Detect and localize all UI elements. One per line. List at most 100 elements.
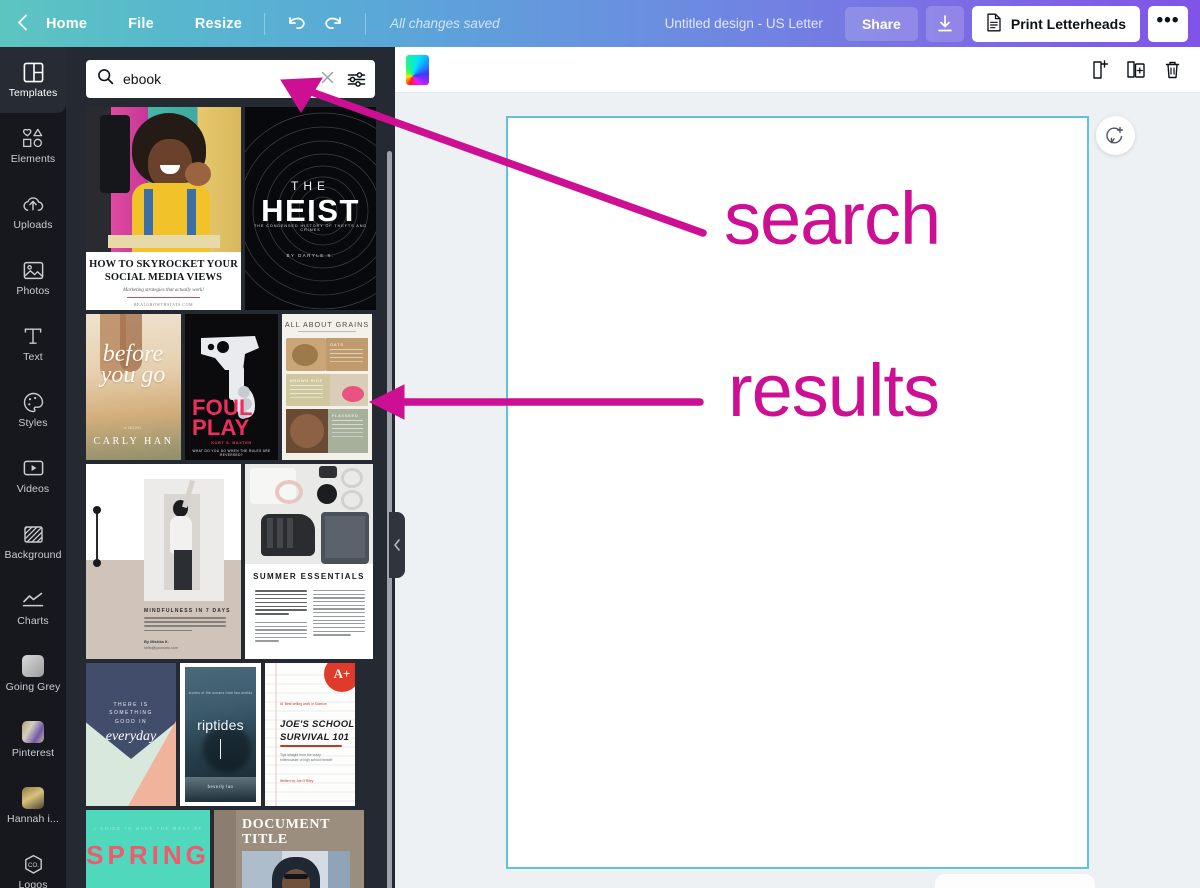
search-bar[interactable] xyxy=(86,60,375,98)
left-sidebar: Templates Elements Uploads Photos Text S… xyxy=(0,47,66,888)
template-section-label: OATS xyxy=(330,342,344,347)
template-section-label: FLAXSEED xyxy=(332,413,359,418)
sidebar-item-logos[interactable]: CO. Logos xyxy=(0,839,66,888)
template-line-2: SOMETHING xyxy=(109,710,153,717)
canvas-toolbar xyxy=(395,47,1200,93)
trash-icon[interactable] xyxy=(1157,55,1187,85)
template-title-line-1: DOCUMENT xyxy=(242,817,331,832)
search-area xyxy=(66,47,395,98)
annotation-label-search: search xyxy=(724,177,941,260)
template-title: FOUL PLAY xyxy=(192,395,253,440)
template-footer: hello@youmoho.com xyxy=(144,646,178,650)
add-comment-icon xyxy=(1106,126,1124,144)
charts-icon xyxy=(22,589,44,611)
template-title: riptides xyxy=(197,717,244,733)
videos-icon xyxy=(22,457,44,479)
template-card[interactable]: before you go A NOVEL CARLY HAN xyxy=(86,314,181,460)
sidebar-label: Hannah i... xyxy=(7,813,59,825)
template-row: A GUIDE TO MAKE THE MOST OF SPRING DOCUM… xyxy=(86,810,375,888)
duplicate-page-icon[interactable] xyxy=(1121,55,1151,85)
undo-icon[interactable] xyxy=(284,11,310,37)
collapse-panel-button[interactable] xyxy=(389,512,405,578)
background-icon xyxy=(22,523,44,545)
canva-editor-window: Home File Resize All changes saved Untit… xyxy=(0,0,1200,888)
filter-sliders-icon[interactable] xyxy=(347,71,366,88)
next-page-peek xyxy=(935,874,1095,888)
template-kicker: A GUIDE TO MAKE THE MOST OF xyxy=(93,826,203,831)
template-row: THERE IS SOMETHING GOOD IN everyday stor… xyxy=(86,663,375,806)
more-options-button[interactable]: ••• xyxy=(1148,5,1188,42)
sidebar-label: Charts xyxy=(17,615,49,627)
template-card[interactable]: stories of the oceans from two worlds ri… xyxy=(180,663,261,806)
close-icon[interactable] xyxy=(317,71,338,88)
color-swatch-icon[interactable] xyxy=(406,54,429,85)
template-author: BY DARYLE S. xyxy=(286,253,335,258)
search-input[interactable] xyxy=(123,71,308,87)
template-section-label: BROWN RICE xyxy=(290,378,323,383)
sidebar-item-hannah[interactable]: Hannah i... xyxy=(0,773,66,839)
design-title[interactable]: Untitled design - US Letter xyxy=(665,16,823,31)
template-title-line-2: SURVIVAL 101 xyxy=(280,732,350,743)
template-card[interactable]: SUMMER ESSENTIALS xyxy=(245,464,373,659)
template-author: CARLY HAN xyxy=(93,436,174,447)
add-page-icon[interactable] xyxy=(1085,55,1115,85)
sidebar-item-pinterest[interactable]: Pinterest xyxy=(0,707,66,773)
elements-icon xyxy=(22,127,44,149)
template-line-3: GOOD IN xyxy=(114,718,148,725)
sidebar-item-uploads[interactable]: Uploads xyxy=(0,179,66,245)
template-card[interactable]: HOW TO SKYROCKET YOUR SOCIAL MEDIA VIEWS… xyxy=(86,107,241,310)
sidebar-item-videos[interactable]: Videos xyxy=(0,443,66,509)
sidebar-item-charts[interactable]: Charts xyxy=(0,575,66,641)
back-chevron-icon[interactable] xyxy=(17,14,28,34)
search-icon xyxy=(97,68,114,90)
template-line-1: THERE IS xyxy=(113,702,149,708)
sidebar-label: Uploads xyxy=(13,219,53,231)
toolbar-divider-1 xyxy=(264,12,266,35)
template-card[interactable]: A+ #1 Best selling work in Science JOE'S… xyxy=(265,663,355,806)
template-card[interactable]: THE HEIST THE CONDENSED HISTORY OF THEFT… xyxy=(245,107,376,310)
template-author: By Mishka K. xyxy=(144,639,169,644)
redo-icon[interactable] xyxy=(320,11,346,37)
sidebar-item-templates[interactable]: Templates xyxy=(0,47,66,113)
photos-icon xyxy=(22,259,44,281)
menu-resize[interactable]: Resize xyxy=(187,10,250,38)
template-title-line-2: TITLE xyxy=(242,832,288,847)
template-footer: REALGROWTHSTATS.COM xyxy=(133,302,194,307)
menu-file[interactable]: File xyxy=(120,10,162,38)
add-comment-button[interactable] xyxy=(1096,116,1135,155)
styles-icon xyxy=(22,391,44,413)
template-card[interactable]: ALL ABOUT GRAINS OATS BROWN RICE FLAXSEE… xyxy=(282,314,372,460)
template-subtitle: Tips straight from the crazy rollercoast… xyxy=(280,753,333,762)
sidebar-item-going-grey[interactable]: Going Grey xyxy=(0,641,66,707)
sidebar-item-photos[interactable]: Photos xyxy=(0,245,66,311)
template-title: ALL ABOUT GRAINS xyxy=(284,320,370,329)
sidebar-item-elements[interactable]: Elements xyxy=(0,113,66,179)
template-card[interactable]: MINDFULNESS IN 7 DAYS By Mishka K. hello… xyxy=(86,464,241,659)
template-author: Written by Joe O'Riley xyxy=(280,779,314,783)
sidebar-item-text[interactable]: Text xyxy=(0,311,66,377)
top-toolbar: Home File Resize All changes saved Untit… xyxy=(0,0,1200,47)
template-script: everyday xyxy=(105,729,157,744)
share-button[interactable]: Share xyxy=(844,6,918,41)
template-row: before you go A NOVEL CARLY HAN FOUL PLA… xyxy=(86,314,375,460)
template-card[interactable]: DOCUMENT TITLE xyxy=(214,810,364,888)
template-title: SUMMER ESSENTIALS xyxy=(253,572,365,581)
templates-icon xyxy=(22,61,44,83)
template-tagline: A NOVEL xyxy=(124,426,143,430)
uploads-icon xyxy=(22,193,44,215)
download-icon[interactable] xyxy=(925,5,964,42)
template-title-line-1: JOE'S SCHOOL xyxy=(280,719,355,730)
sidebar-item-styles[interactable]: Styles xyxy=(0,377,66,443)
sidebar-item-background[interactable]: Background xyxy=(0,509,66,575)
menu-home[interactable]: Home xyxy=(38,10,95,38)
print-letterheads-button[interactable]: Print Letterheads xyxy=(971,5,1140,42)
folder-thumb-grey-icon xyxy=(22,655,44,677)
templates-panel: HOW TO SKYROCKET YOUR SOCIAL MEDIA VIEWS… xyxy=(66,47,395,888)
template-card[interactable]: A GUIDE TO MAKE THE MOST OF SPRING xyxy=(86,810,210,888)
template-card[interactable]: FOUL PLAY KURT S. BAXTER WHAT DO YOU DO … xyxy=(185,314,278,460)
sidebar-label: Going Grey xyxy=(5,681,61,693)
folder-thumb-hannah-icon xyxy=(22,787,44,809)
template-card[interactable]: THERE IS SOMETHING GOOD IN everyday xyxy=(86,663,176,806)
folder-thumb-pinterest-icon xyxy=(22,721,44,743)
template-kicker: THE xyxy=(291,179,330,193)
